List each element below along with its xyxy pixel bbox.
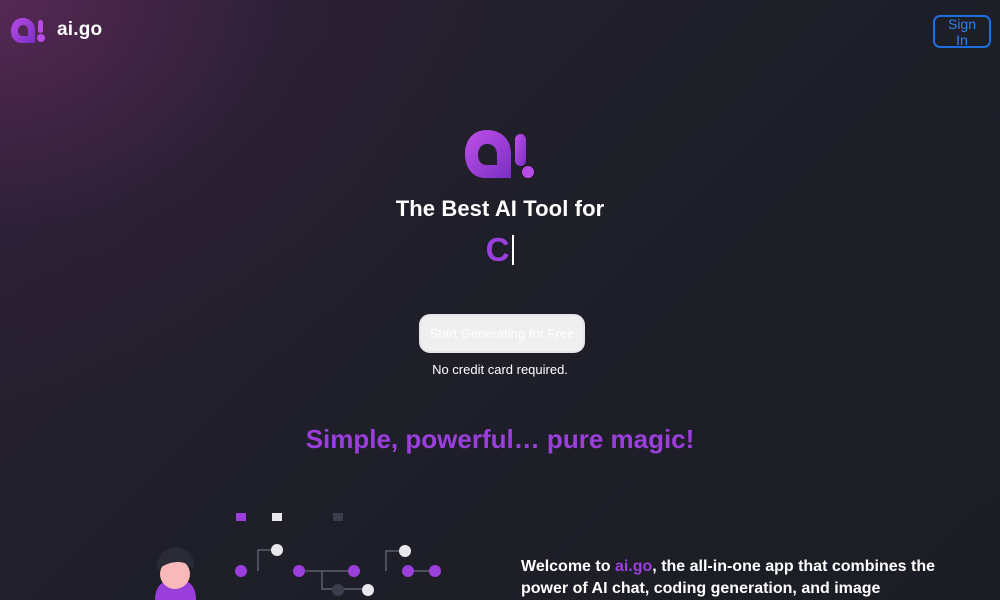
top-header: ai.go Sign In (0, 0, 1000, 64)
sign-in-button[interactable]: Sign In (933, 15, 991, 48)
brand-name: ai.go (57, 19, 103, 40)
ai-logo-icon (11, 18, 45, 43)
welcome-prefix: Welcome to (521, 558, 615, 575)
network-illustration (155, 513, 441, 600)
brand[interactable]: ai.go (10, 14, 102, 46)
ai-logo-icon (465, 130, 534, 178)
typed-text: C (485, 231, 510, 268)
text-cursor (512, 235, 515, 265)
welcome-brand-link[interactable]: ai.go (615, 558, 652, 575)
welcome-paragraph: Welcome to ai.go, the all-in-one app tha… (521, 556, 941, 600)
hero-title: The Best AI Tool for (395, 196, 605, 221)
start-generating-button[interactable]: Start Generating for Free (419, 314, 585, 353)
typed-text-line: C (0, 230, 1000, 270)
no-credit-card-note: No credit card required. (432, 362, 568, 377)
tagline: Simple, powerful… pure magic! (305, 424, 695, 454)
